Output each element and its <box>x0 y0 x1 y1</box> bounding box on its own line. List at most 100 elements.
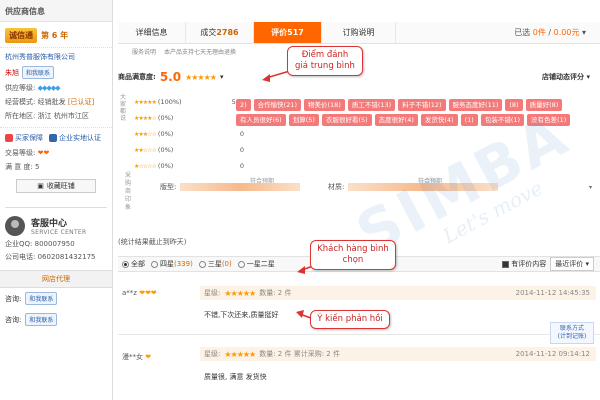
store-dynamic-rating-dropdown[interactable]: 店铺动态评分 ▾ <box>542 72 590 82</box>
contact-me-button[interactable]: 和我联系 <box>22 66 55 79</box>
review-tag[interactable]: 发货快(4) <box>420 114 458 126</box>
contact-row: 朱旭 和我联系 <box>0 64 112 81</box>
selected-price: 0.00元 <box>553 28 580 37</box>
one-star-icon: ★☆☆☆☆ <box>134 162 157 170</box>
dist-row-5[interactable]: ★★★★★ (100%) 517 <box>134 98 244 106</box>
review-tag[interactable]: 2) <box>236 99 251 111</box>
service-center-title: 客服中心 <box>31 219 68 229</box>
radio-selected-icon <box>122 260 129 268</box>
radio-icon <box>237 260 245 268</box>
review-tag[interactable]: 物美价(18) <box>304 99 345 111</box>
service-center: 客服中心 SERVICE CENTER 企业QQ: 800007950 公司电话… <box>5 207 107 262</box>
review-tag[interactable]: 质工不错(13) <box>347 99 396 111</box>
selected-qty: 0件 <box>532 28 546 37</box>
tab-reviews[interactable]: 评价517 <box>254 22 322 43</box>
filter-all[interactable]: 全部 <box>122 259 145 269</box>
buyer-choice-callout: Khách hàng bình chọn <box>310 240 396 270</box>
phone-label: 公司电话: <box>5 253 36 261</box>
feedback-callout: Ý kiến phản hồi <box>310 310 390 329</box>
review-tag[interactable]: 态度很好(4) <box>374 114 418 126</box>
four-star-icon: ★★★★☆ <box>134 114 157 122</box>
product-tabbar: 详细信息 成交2786 评价517 订购说明 已选 0件 / 0.00元 ▾ <box>118 22 600 44</box>
review-tag[interactable]: 料子不错(12) <box>398 99 446 111</box>
dist-row-1[interactable]: ★☆☆☆☆ (0%) 0 <box>134 162 244 170</box>
filter-three-star[interactable]: 三星(0) <box>198 259 232 269</box>
review-meta: 星级: ★★★★★ 数量: 2 件 2014-11-12 14:45:35 <box>200 286 596 300</box>
service-note-row: 服务说明 本产品支持七天无理由退换 <box>118 47 418 61</box>
with-content-checkbox[interactable]: 有评价内容 <box>502 259 546 269</box>
business-mode-value: 经销批发 <box>37 98 66 106</box>
sort-dropdown[interactable]: 最近评价 ▾ <box>550 257 594 271</box>
shop-name-link[interactable]: 杭州秀普服饰有限公司 <box>0 47 112 64</box>
floating-contact-line2: (计到记账) <box>557 333 587 340</box>
contact-name[interactable]: 朱旭 <box>5 68 19 78</box>
selected-cart-summary[interactable]: 已选 0件 / 0.00元 ▾ <box>514 22 600 43</box>
dist-row-2[interactable]: ★★☆☆☆ (0%) 0 <box>134 146 244 154</box>
business-mode-label: 经营模式: <box>5 98 36 106</box>
trade-level-row: 交易等级: ❤❤ <box>0 146 112 160</box>
two-star-icon: ★★☆☆☆ <box>134 146 157 154</box>
star-distribution-panel: 大家都说 ★★★★★ (100%) 517 ★★★★☆ (0%) 0 ★★★☆☆… <box>118 92 244 184</box>
chevron-down-icon[interactable]: ▾ <box>220 73 224 81</box>
dist-row-3[interactable]: ★★★☆☆ (0%) 0 <box>134 130 244 138</box>
filter-one-two-star[interactable]: 一星二星 <box>237 259 275 269</box>
model-impression: 版型: <box>160 182 301 192</box>
average-score: 5.0 <box>159 70 182 84</box>
favorite-shop-button[interactable]: ▣ 收藏旺铺 <box>16 179 96 193</box>
ask-row-1: 咨询: 和我联系 <box>0 288 112 309</box>
buyer-choice-callout-line: Khách hàng bình <box>317 244 389 254</box>
review-tag[interactable]: 服务态度好(11) <box>448 99 503 111</box>
review-tag[interactable]: 有人员很好(6) <box>236 114 286 126</box>
avg-rating-callout-line: giá trung bình <box>295 61 355 71</box>
floating-contact-widget[interactable]: 联系方式 (计到记账) <box>550 322 594 344</box>
buyer-protection-link[interactable]: 买家保障 <box>5 133 43 143</box>
tab-details[interactable]: 详细信息 <box>118 22 186 43</box>
review-tag[interactable]: (8) <box>505 99 523 111</box>
chevron-down-icon: ▾ <box>581 28 586 37</box>
review-username: a**z <box>122 289 137 297</box>
chengxintong-badge: 诚信通 <box>5 28 37 43</box>
review-tag[interactable]: 合作愉快(21) <box>253 99 302 111</box>
buyer-choice-callout-line: chọn <box>342 255 364 265</box>
review-tag[interactable]: (1) <box>460 114 478 126</box>
heart-level-icon: ❤❤❤ <box>139 289 157 297</box>
rating-label: 星级: <box>204 289 221 297</box>
review-meta: 星级: ★★★★★ 数量: 2 件 累计采购: 2 件 2014-11-12 0… <box>200 347 596 361</box>
avg-rating-callout-line: Điểm đánh <box>301 50 349 60</box>
onsite-verification-link[interactable]: 企业实地认证 <box>49 133 101 143</box>
contact-me-button[interactable]: 和我联系 <box>25 313 58 326</box>
supplier-level-row: 供应等级: ◆◆◆◆◆ <box>0 81 112 95</box>
contact-me-button[interactable]: 和我联系 <box>25 292 58 305</box>
trade-level-label: 交易等级: <box>5 149 36 157</box>
review-tag[interactable]: 衣服很好看(5) <box>321 114 372 126</box>
review-qty: 数量: 2 件 <box>259 289 292 297</box>
filter-four-star[interactable]: 四星(339) <box>151 259 193 269</box>
expand-icon[interactable]: ▾ <box>589 184 592 191</box>
review-qty: 数量: 2 件 累计采购: 2 件 <box>259 350 340 358</box>
review-tag[interactable]: 划算(5) <box>288 114 319 126</box>
material-label: 材质: <box>328 183 345 191</box>
stats-note: (统计结果截止到昨天) <box>118 238 187 246</box>
review-text: 不错,下次还来,质量挺好 <box>204 311 279 319</box>
checkbox-icon <box>502 260 510 268</box>
satisfaction-title: 商品满意度: <box>118 73 156 81</box>
radio-icon <box>198 260 206 268</box>
shield-icon <box>5 134 13 142</box>
dist-pct: (100%) <box>157 98 182 106</box>
certification-row: 诚信通 第 6 年 <box>0 22 112 47</box>
qq-value: 800007950 <box>34 240 75 248</box>
tab-transactions[interactable]: 成交2786 <box>186 22 254 43</box>
headset-avatar-icon <box>5 216 25 236</box>
tab-order-notes[interactable]: 订购说明 <box>322 22 396 43</box>
radio-icon <box>151 260 158 268</box>
service-center-header: 客服中心 SERVICE CENTER <box>5 216 107 236</box>
dist-pct: (0%) <box>157 130 174 138</box>
ask-label: 咨询: <box>5 315 22 324</box>
location-label: 所在地区: <box>5 112 36 120</box>
dist-row-4[interactable]: ★★★★☆ (0%) 0 <box>134 114 244 122</box>
satisfaction-value: 5 <box>35 163 40 171</box>
review-username: 漫**女 <box>122 353 143 361</box>
review-date: 2014-11-12 14:45:35 <box>515 289 590 297</box>
dist-pct: (0%) <box>157 162 174 170</box>
qq-row: 企业QQ: 800007950 <box>5 236 107 249</box>
